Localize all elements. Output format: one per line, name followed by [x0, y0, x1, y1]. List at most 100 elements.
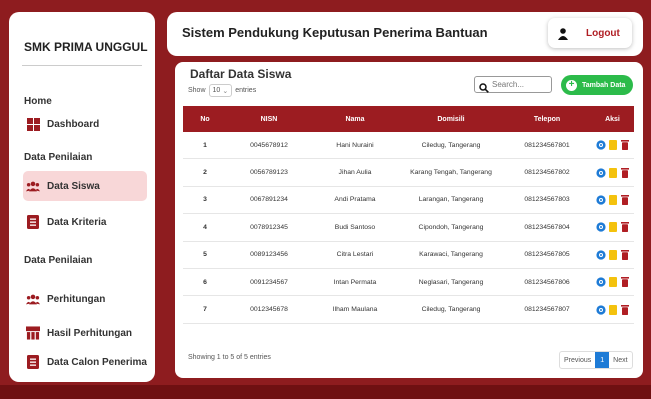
- view-icon[interactable]: [596, 304, 606, 315]
- entries-select-value: 10: [212, 87, 221, 94]
- column-header[interactable]: Aksi: [591, 106, 634, 132]
- user-icon: [558, 27, 568, 40]
- sidebar-item-label: Data Siswa: [47, 180, 100, 192]
- search-icon: [479, 80, 489, 93]
- add-data-label: Tambah Data: [582, 81, 626, 89]
- pager-next[interactable]: Next: [609, 352, 631, 368]
- actions-cell: [591, 158, 634, 187]
- student-table: No NISN Nama Domisili Telepon Aksi 1 0045…: [183, 106, 634, 324]
- table-cell: 081234567805: [503, 241, 591, 269]
- view-icon[interactable]: [596, 222, 606, 232]
- sidebar-item-perhitungan[interactable]: Perhitungan: [23, 284, 147, 314]
- logout-button[interactable]: Logout: [548, 18, 632, 48]
- sidebar-item-hasil-perhitungan[interactable]: Hasil Perhitungan: [23, 318, 147, 348]
- actions-cell: [591, 186, 634, 215]
- table-cell: Intan Permata: [311, 268, 399, 297]
- sidebar-item-label: Hasil Perhitungan: [47, 327, 133, 339]
- table-info: Showing 1 to 5 of 5 entries: [188, 354, 271, 361]
- sidebar-item-calon-penerima[interactable]: Data Calon Penerima: [23, 347, 147, 377]
- table-cell: 3: [183, 186, 227, 215]
- table-cell: Karang Tengah, Tangerang: [399, 158, 503, 187]
- table-cell: Larangan, Tangerang: [399, 186, 503, 215]
- edit-icon[interactable]: [608, 140, 617, 151]
- column-header[interactable]: Telepon: [503, 106, 591, 132]
- trash-icon[interactable]: [620, 222, 629, 233]
- pager-previous[interactable]: Previous: [560, 352, 595, 368]
- table-cell: 081234567802: [503, 158, 591, 187]
- table-row: 5 0089123456 Citra Lestari Karawaci, Tanger…: [183, 241, 634, 269]
- section-home: Home: [24, 96, 52, 107]
- view-icon[interactable]: [596, 140, 606, 150]
- trash-icon[interactable]: [620, 304, 629, 315]
- table-cell: Hani Nuraini: [311, 132, 399, 160]
- table-cell: 0089123456: [227, 241, 311, 269]
- trash-icon[interactable]: [620, 249, 629, 260]
- table-cell: 0056789123: [227, 158, 311, 187]
- entries-select[interactable]: 10 ⌄: [208, 84, 233, 97]
- sidebar-item-label: Dashboard: [47, 118, 100, 130]
- edit-icon[interactable]: [608, 249, 617, 260]
- page-title: Daftar Data Siswa: [190, 67, 292, 81]
- table-cell: Citra Lestari: [311, 241, 399, 269]
- table-row: 6 0091234567 Intan Permata Neglasari, Tange…: [183, 268, 634, 297]
- sidebar-item-dashboard[interactable]: Dashboard: [23, 109, 147, 139]
- search-input[interactable]: Search...: [474, 76, 552, 93]
- view-icon[interactable]: [596, 250, 606, 260]
- pager-page[interactable]: 1: [595, 352, 610, 368]
- view-icon[interactable]: [596, 195, 606, 205]
- chevron-down-icon: ⌄: [222, 87, 229, 95]
- edit-icon[interactable]: [608, 167, 617, 178]
- table-cell: 1: [183, 132, 227, 160]
- table-cell: 0045678912: [227, 132, 311, 160]
- table-cell: Ciledug, Tangerang: [399, 295, 503, 324]
- trash-icon[interactable]: [620, 194, 629, 205]
- table-cell: 081234567806: [503, 268, 591, 297]
- list-icon: [26, 215, 40, 229]
- divider: [22, 65, 142, 66]
- table-cell: 081234567804: [503, 213, 591, 242]
- add-data-button[interactable]: + Tambah Data: [561, 75, 633, 95]
- top-header: Sistem Pendukung Keputusan Penerima Bant…: [167, 12, 643, 56]
- table-cell: 7: [183, 295, 227, 324]
- trash-icon[interactable]: [620, 140, 629, 151]
- view-icon[interactable]: [596, 167, 606, 178]
- column-header[interactable]: No: [183, 106, 227, 132]
- sidebar-item-data-siswa[interactable]: Data Siswa: [23, 171, 147, 201]
- show-entries: Show 10 ⌄ entries: [188, 84, 256, 97]
- users-icon: [26, 179, 40, 193]
- table-cell: Cipondoh, Tangerang: [399, 213, 503, 242]
- sidebar-item-label: Data Kriteria: [47, 216, 107, 228]
- edit-icon[interactable]: [608, 277, 617, 288]
- actions-cell: [591, 213, 634, 242]
- edit-icon[interactable]: [608, 304, 617, 315]
- table-row: 1 0045678912 Hani Nuraini Ciledug, Tangeran…: [183, 132, 634, 160]
- column-header[interactable]: Nama: [311, 106, 399, 132]
- table-cell: Jihan Aulia: [311, 158, 399, 187]
- table-cell: Budi Santoso: [311, 213, 399, 242]
- column-header[interactable]: NISN: [227, 106, 311, 132]
- column-header[interactable]: Domisili: [399, 106, 503, 132]
- table-row: 3 0067891234 Andi Pratama Larangan, Tangera…: [183, 186, 634, 215]
- table-row: 7 0012345678 Ilham Maulana Ciledug, Tangera…: [183, 295, 634, 324]
- table-cell: 4: [183, 213, 227, 242]
- sidebar-item-label: Data Calon Penerima: [46, 356, 147, 368]
- main-panel: Daftar Data Siswa Show 10 ⌄ entries Sear…: [175, 62, 643, 378]
- sidebar: SMK PRIMA UNGGUL Home Dashboard Data Pen…: [9, 12, 155, 382]
- table-cell: 6: [183, 268, 227, 297]
- dashboard-icon: [26, 117, 40, 131]
- sidebar-item-data-kriteria[interactable]: Data Kriteria: [23, 207, 147, 237]
- window-bottom-bar: [0, 385, 651, 399]
- table-cell: Andi Pratama: [311, 186, 399, 215]
- table-cell: Neglasari, Tangerang: [399, 268, 503, 297]
- table-cell: Ilham Maulana: [311, 295, 399, 324]
- table-cell: 0078912345: [227, 213, 311, 242]
- edit-icon[interactable]: [608, 194, 617, 205]
- table-cell: 0091234567: [227, 268, 311, 297]
- trash-icon[interactable]: [620, 167, 629, 178]
- table-cell: Karawaci, Tangerang: [399, 241, 503, 269]
- page-header-title: Sistem Pendukung Keputusan Penerima Bant…: [182, 25, 488, 40]
- sidebar-item-label: Perhitungan: [47, 293, 106, 305]
- trash-icon[interactable]: [620, 277, 629, 288]
- view-icon[interactable]: [596, 277, 606, 287]
- edit-icon[interactable]: [608, 222, 617, 233]
